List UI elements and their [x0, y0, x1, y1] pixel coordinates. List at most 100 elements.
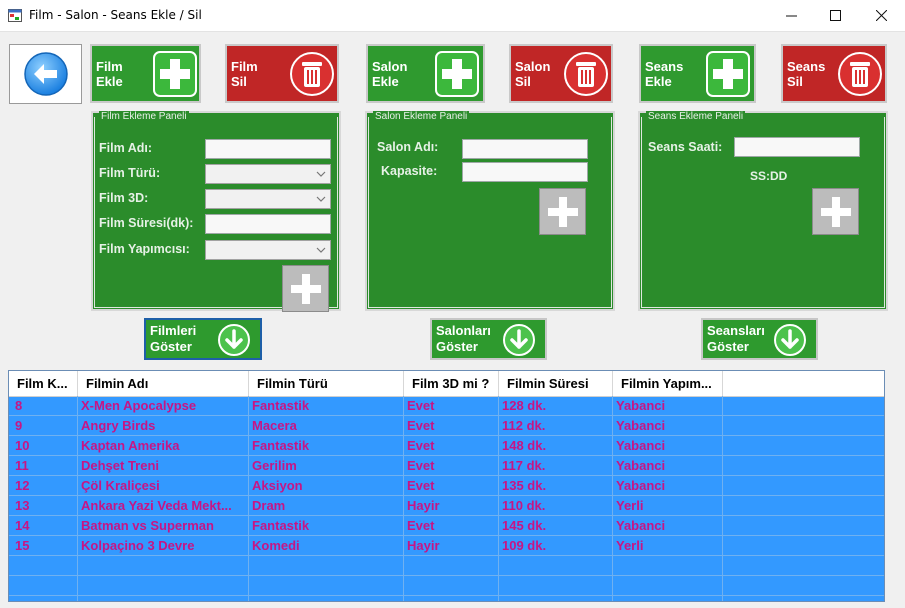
table-cell[interactable]: 109 dk. [499, 536, 613, 556]
table-cell[interactable]: Fantastik [249, 436, 404, 456]
table-cell[interactable] [723, 596, 884, 601]
table-cell[interactable]: Aksiyon [249, 476, 404, 496]
table-cell[interactable] [404, 556, 499, 576]
table-cell[interactable] [404, 576, 499, 596]
table-cell[interactable]: Kaptan Amerika [78, 436, 249, 456]
column-header[interactable]: Filmin Yapım... [613, 371, 723, 396]
data-grid[interactable]: Film K... Filmin Adı Filmin Türü Film 3D… [8, 370, 885, 602]
table-cell[interactable]: 145 dk. [499, 516, 613, 536]
table-cell[interactable]: 11 [9, 456, 78, 476]
table-cell[interactable] [613, 556, 723, 576]
table-row[interactable]: 14 Batman vs Superman Fantastik Evet 145 dk.… [9, 516, 884, 536]
table-cell[interactable]: Evet [404, 456, 499, 476]
minimize-button[interactable] [768, 0, 814, 31]
film-3d-select[interactable] [205, 189, 331, 209]
table-cell[interactable] [723, 576, 884, 596]
column-header[interactable]: Film 3D mi ? [404, 371, 499, 396]
film-suresi-input[interactable] [205, 214, 331, 234]
table-cell[interactable]: Evet [404, 396, 499, 416]
table-cell[interactable] [723, 536, 884, 556]
seans-add-button[interactable] [812, 188, 859, 235]
table-row[interactable]: 9 Angry Birds Macera Evet 112 dk. Yabanci [9, 416, 884, 436]
table-cell[interactable] [723, 476, 884, 496]
table-cell[interactable] [723, 456, 884, 476]
column-header[interactable]: Filmin Türü [249, 371, 404, 396]
back-button[interactable] [9, 44, 82, 104]
table-row[interactable]: 11 Dehşet Treni Gerilim Evet 117 dk. Yabanci [9, 456, 884, 476]
salon-adi-input[interactable] [462, 139, 588, 159]
table-cell[interactable] [9, 596, 78, 601]
empty-row[interactable] [9, 556, 884, 576]
film-ekle-button[interactable]: Film Ekle [90, 44, 201, 103]
seans-saati-input[interactable] [734, 137, 860, 157]
table-cell[interactable]: Kolpaçino 3 Devre [78, 536, 249, 556]
table-cell[interactable]: Yabanci [613, 476, 723, 496]
close-button[interactable] [858, 0, 904, 31]
table-cell[interactable]: 117 dk. [499, 456, 613, 476]
seanslari-goster-button[interactable]: Seansları Göster [701, 318, 818, 360]
table-cell[interactable] [78, 556, 249, 576]
table-cell[interactable] [723, 516, 884, 536]
table-row[interactable]: 8 X-Men Apocalypse Fantastik Evet 128 dk. Yab… [9, 396, 884, 416]
table-cell[interactable]: Evet [404, 516, 499, 536]
table-cell[interactable]: Yabanci [613, 416, 723, 436]
table-cell[interactable]: Yabanci [613, 516, 723, 536]
table-cell[interactable]: Evet [404, 436, 499, 456]
empty-row[interactable] [9, 576, 884, 596]
table-cell[interactable]: 110 dk. [499, 496, 613, 516]
table-row[interactable]: 10 Kaptan Amerika Fantastik Evet 148 dk. Yaba… [9, 436, 884, 456]
table-cell[interactable] [249, 556, 404, 576]
table-cell[interactable]: Komedi [249, 536, 404, 556]
table-cell[interactable] [499, 596, 613, 601]
table-cell[interactable]: Evet [404, 416, 499, 436]
table-cell[interactable] [723, 416, 884, 436]
film-turu-select[interactable] [205, 164, 331, 184]
table-cell[interactable] [723, 396, 884, 416]
seans-sil-button[interactable]: Seans Sil [781, 44, 887, 103]
table-cell[interactable] [499, 556, 613, 576]
table-cell[interactable]: 148 dk. [499, 436, 613, 456]
table-cell[interactable] [723, 496, 884, 516]
table-row[interactable]: 13 Ankara Yazi Veda Mekt... Dram Hayir 110 d… [9, 496, 884, 516]
table-cell[interactable]: 135 dk. [499, 476, 613, 496]
table-cell[interactable] [613, 576, 723, 596]
table-cell[interactable]: Hayir [404, 536, 499, 556]
table-cell[interactable]: 128 dk. [499, 396, 613, 416]
table-cell[interactable]: Yabanci [613, 456, 723, 476]
table-cell[interactable]: 15 [9, 536, 78, 556]
salonlari-goster-button[interactable]: Salonları Göster [430, 318, 547, 360]
salon-ekle-button[interactable]: Salon Ekle [366, 44, 485, 103]
table-row[interactable]: 15 Kolpaçino 3 Devre Komedi Hayir 109 dk. Yer… [9, 536, 884, 556]
table-cell[interactable]: Yerli [613, 536, 723, 556]
table-cell[interactable]: Dehşet Treni [78, 456, 249, 476]
table-cell[interactable] [723, 556, 884, 576]
table-cell[interactable]: 9 [9, 416, 78, 436]
salon-add-button[interactable] [539, 188, 586, 235]
table-cell[interactable] [499, 576, 613, 596]
table-cell[interactable] [9, 576, 78, 596]
table-cell[interactable]: Yerli [613, 496, 723, 516]
seans-ekle-button[interactable]: Seans Ekle [639, 44, 756, 103]
table-cell[interactable]: X-Men Apocalypse [78, 396, 249, 416]
table-cell[interactable]: 13 [9, 496, 78, 516]
table-cell[interactable] [404, 596, 499, 601]
table-cell[interactable] [249, 576, 404, 596]
table-cell[interactable]: 8 [9, 396, 78, 416]
table-cell[interactable]: Fantastik [249, 516, 404, 536]
table-cell[interactable] [9, 556, 78, 576]
table-cell[interactable]: Yabanci [613, 396, 723, 416]
column-header[interactable]: Film K... [9, 371, 78, 396]
film-adi-input[interactable] [205, 139, 331, 159]
table-row[interactable]: 12 Çöl Kraliçesi Aksiyon Evet 135 dk. Yabanci [9, 476, 884, 496]
table-cell[interactable]: Yabanci [613, 436, 723, 456]
table-cell[interactable] [249, 596, 404, 601]
table-cell[interactable]: Batman vs Superman [78, 516, 249, 536]
table-cell[interactable] [78, 596, 249, 601]
table-cell[interactable]: 12 [9, 476, 78, 496]
table-cell[interactable]: Fantastik [249, 396, 404, 416]
table-cell[interactable] [78, 576, 249, 596]
film-add-button[interactable] [282, 265, 329, 312]
table-cell[interactable]: 14 [9, 516, 78, 536]
salon-sil-button[interactable]: Salon Sil [509, 44, 613, 103]
table-cell[interactable] [613, 596, 723, 601]
